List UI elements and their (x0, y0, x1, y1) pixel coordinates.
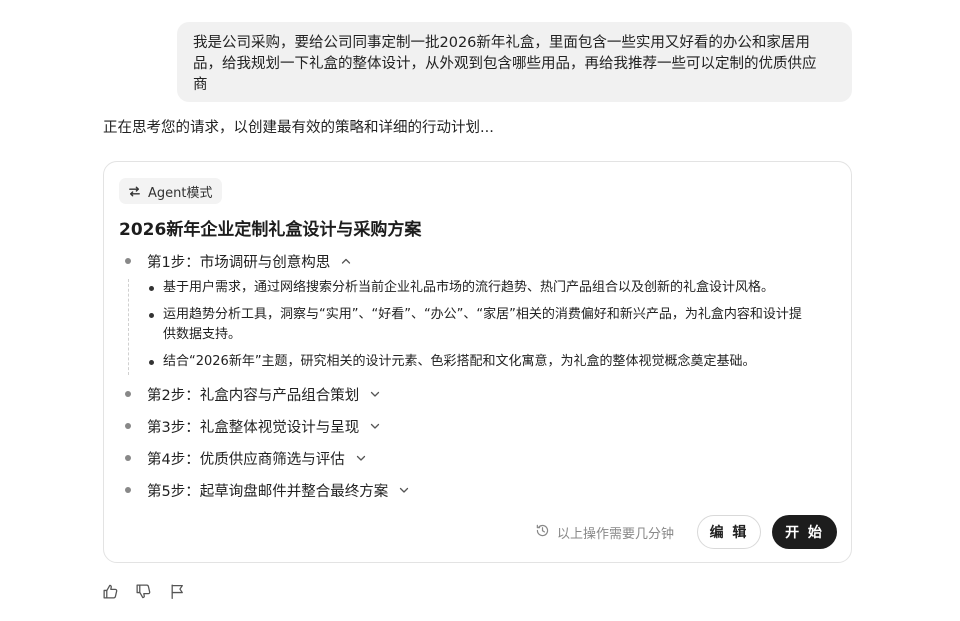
step-bullet (125, 455, 131, 461)
step-1-details-connector (128, 279, 129, 375)
step-bullet (125, 391, 131, 397)
step-bullet (125, 258, 131, 264)
step-bullet (125, 423, 131, 429)
thumbs-down-icon[interactable] (135, 583, 152, 600)
time-estimate-text: 以上操作需要几分钟 (557, 526, 675, 542)
thinking-status-text: 正在思考您的请求，以创建最有效的策略和详细的行动计划... (103, 120, 494, 136)
agent-mode-label: Agent模式 (148, 185, 213, 201)
detail-text: 基于用户需求，通过网络搜索分析当前企业礼品市场的流行趋势、热门产品组合以及创新的… (163, 280, 775, 295)
plan-step-4[interactable]: 第4步：优质供应商筛选与评估 (125, 447, 367, 469)
step-label: 第5步：起草询盘邮件并整合最终方案 (147, 483, 389, 500)
detail-text: 结合“2026新年”主题，研究相关的设计元素、色彩搭配和文化寓意，为礼盒的整体视… (163, 354, 756, 369)
step-1-detail-3: 结合“2026新年”主题，研究相关的设计元素、色彩搭配和文化寓意，为礼盒的整体视… (149, 352, 803, 372)
start-button[interactable]: 开 始 (772, 515, 837, 549)
agent-plan-card: Agent模式 2026新年企业定制礼盒设计与采购方案 第1步：市场调研与创意构… (103, 161, 852, 563)
user-message-bubble: 我是公司采购，要给公司同事定制一批2026新年礼盒，里面包含一些实用又好看的办公… (177, 22, 852, 102)
step-label: 第3步：礼盒整体视觉设计与呈现 (147, 419, 360, 436)
chevron-down-icon[interactable] (398, 484, 410, 496)
step-label: 第4步：优质供应商筛选与评估 (147, 451, 345, 468)
plan-step-3[interactable]: 第3步：礼盒整体视觉设计与呈现 (125, 415, 381, 437)
step-label: 第2步：礼盒内容与产品组合策划 (147, 387, 360, 404)
time-estimate-hint: 以上操作需要几分钟 (535, 521, 674, 543)
step-bullet (125, 487, 131, 493)
plan-step-2[interactable]: 第2步：礼盒内容与产品组合策划 (125, 383, 381, 405)
flag-icon[interactable] (169, 583, 186, 600)
user-message-line-3: 商 (193, 77, 208, 93)
chevron-down-icon[interactable] (355, 452, 367, 464)
detail-bullet (149, 286, 154, 291)
detail-bullet (149, 360, 154, 365)
user-message-line-2: 品，给我规划一下礼盒的整体设计，从外观到包含哪些用品，再给我推荐一些可以定制的优… (193, 56, 817, 72)
chevron-down-icon[interactable] (369, 388, 381, 400)
history-clock-icon (535, 523, 550, 542)
plan-step-5[interactable]: 第5步：起草询盘邮件并整合最终方案 (125, 479, 410, 501)
plan-title: 2026新年企业定制礼盒设计与采购方案 (119, 220, 422, 240)
agent-mode-icon (127, 184, 142, 199)
edit-button[interactable]: 编 辑 (697, 515, 761, 549)
detail-bullet (149, 313, 154, 318)
step-label: 第1步：市场调研与创意构思 (147, 254, 331, 271)
agent-mode-badge[interactable]: Agent模式 (119, 178, 223, 204)
detail-text: 运用趋势分析工具，洞察与“实用”、“好看”、“办公”、“家居”相关的消费偏好和新… (163, 307, 802, 342)
plan-step-1[interactable]: 第1步：市场调研与创意构思 (125, 250, 352, 272)
step-1-detail-2: 运用趋势分析工具，洞察与“实用”、“好看”、“办公”、“家居”相关的消费偏好和新… (149, 305, 803, 345)
chevron-up-icon[interactable] (340, 255, 352, 267)
thumbs-up-icon[interactable] (102, 583, 119, 600)
chevron-down-icon[interactable] (369, 420, 381, 432)
step-1-detail-1: 基于用户需求，通过网络搜索分析当前企业礼品市场的流行趋势、热门产品组合以及创新的… (149, 278, 803, 298)
user-message-line-1: 我是公司采购，要给公司同事定制一批2026新年礼盒，里面包含一些实用又好看的办公… (193, 35, 810, 51)
